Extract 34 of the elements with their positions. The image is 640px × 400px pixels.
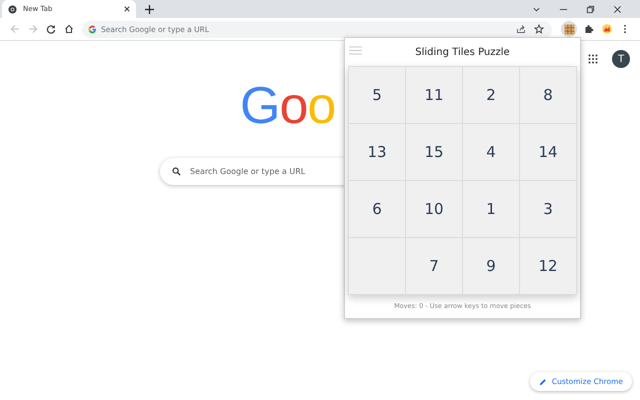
tiles-icon [564, 24, 574, 34]
google-g-icon [88, 24, 97, 34]
close-icon[interactable] [613, 4, 622, 14]
home-icon[interactable] [64, 24, 74, 34]
puzzle-tile[interactable]: 4 [463, 124, 519, 180]
popup-title: Sliding Tiles Puzzle [415, 46, 510, 58]
puzzle-tile[interactable]: 3 [520, 181, 576, 237]
apps-grid-icon[interactable] [588, 54, 598, 64]
pencil-icon [538, 378, 547, 386]
puzzle-tile[interactable]: 14 [520, 124, 576, 180]
puzzle-tile[interactable]: 13 [349, 124, 405, 180]
reload-icon[interactable] [46, 24, 56, 34]
extension-button[interactable] [561, 21, 577, 37]
new-tab-icon[interactable] [145, 4, 154, 14]
share-icon[interactable] [516, 24, 526, 34]
restore-icon[interactable] [586, 4, 595, 14]
puzzle-tile[interactable]: 15 [406, 124, 462, 180]
puzzle-tile[interactable]: 6 [349, 181, 405, 237]
google-logo: Goo [240, 82, 336, 130]
chrome-icon [8, 4, 17, 14]
puzzle-tile[interactable]: 12 [520, 238, 576, 294]
account-avatar[interactable]: T [612, 50, 630, 68]
puzzle-tile[interactable]: 2 [463, 67, 519, 123]
puzzle-tile[interactable]: 5 [349, 67, 405, 123]
puzzle-tile[interactable]: 7 [406, 238, 462, 294]
star-icon[interactable] [534, 24, 544, 34]
puzzle-tile[interactable]: 11 [406, 67, 462, 123]
puzzle-tile[interactable]: 10 [406, 181, 462, 237]
search-icon [172, 167, 181, 176]
close-icon[interactable] [124, 6, 130, 12]
puzzle-piece-icon[interactable] [584, 24, 594, 34]
puzzle-tile[interactable]: 8 [520, 67, 576, 123]
puzzle-tile[interactable]: 9 [463, 238, 519, 294]
puzzle-tile[interactable]: 1 [463, 181, 519, 237]
